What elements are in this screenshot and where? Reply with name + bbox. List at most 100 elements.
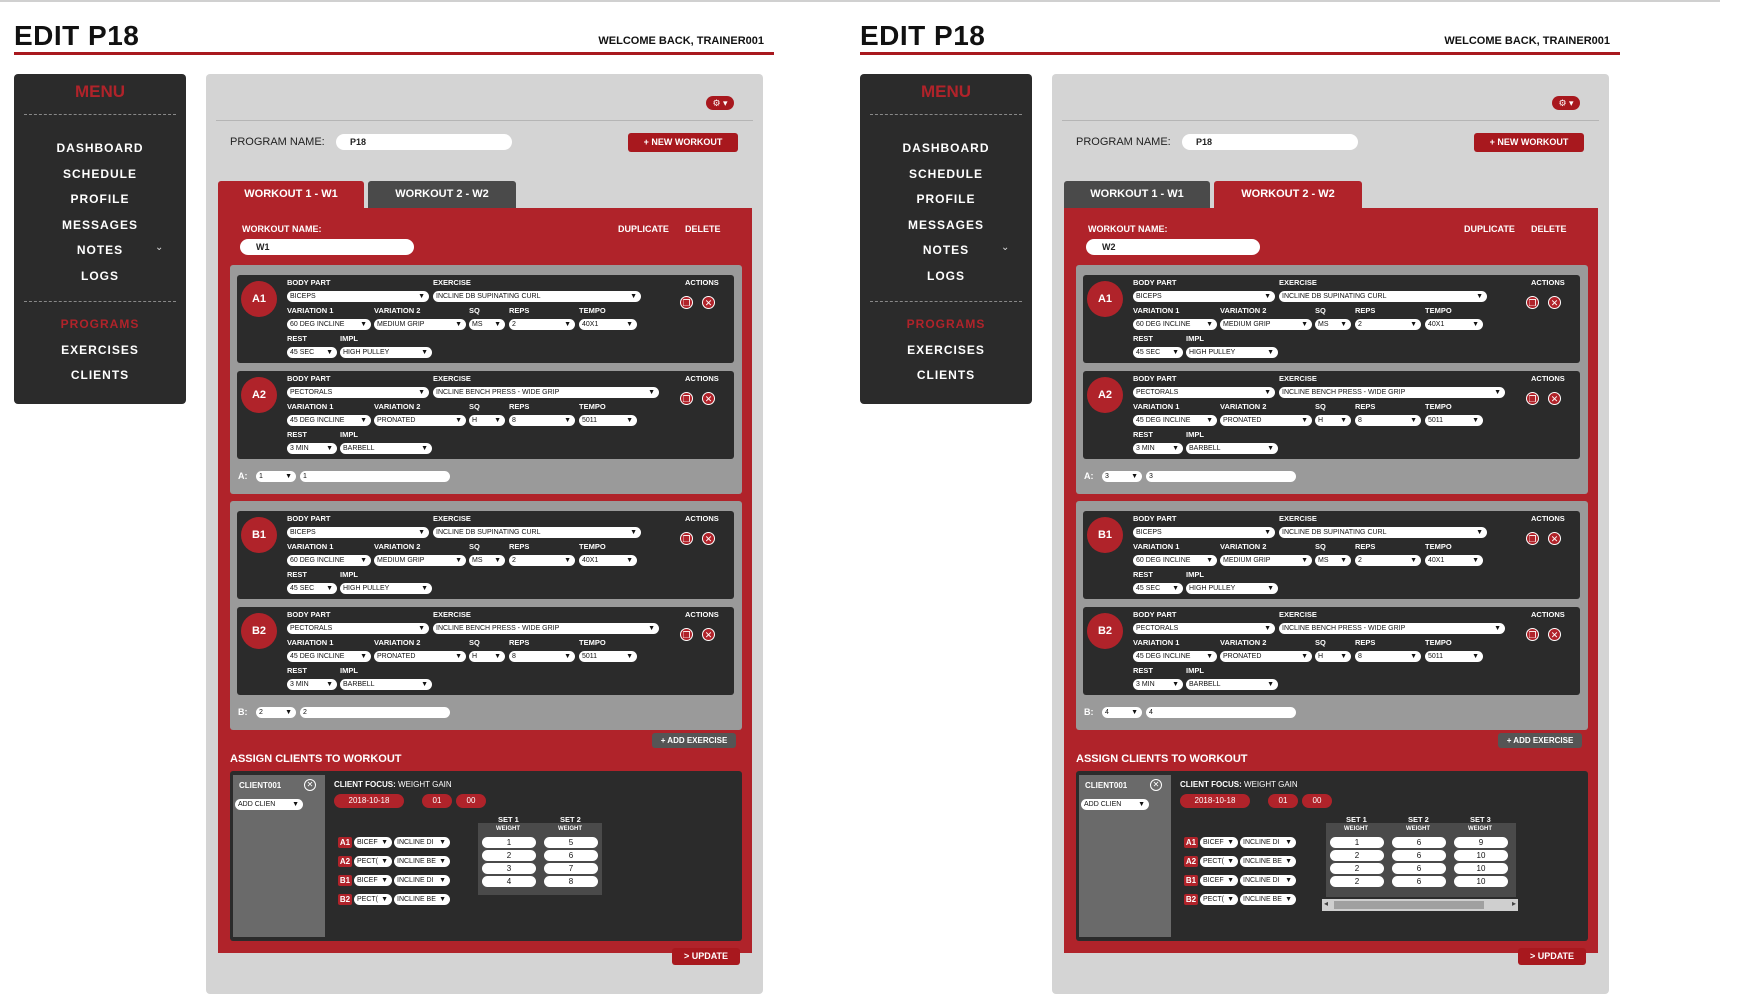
variation-1-select[interactable]: 60 DEG INCLINE ▼: [1133, 319, 1217, 330]
body-part-select[interactable]: BICEPS ▼: [1133, 527, 1275, 538]
close-icon[interactable]: ✕: [1548, 392, 1561, 405]
sq-select[interactable]: H ▼: [1315, 415, 1351, 426]
sq-select[interactable]: H ▼: [1315, 651, 1351, 662]
sq-select[interactable]: H ▼: [469, 415, 505, 426]
add-exercise-button[interactable]: + ADD EXERCISE: [652, 733, 736, 748]
reps-select[interactable]: 8 ▼: [1355, 651, 1421, 662]
date-input[interactable]: 2018-10-18: [334, 794, 404, 808]
new-workout-button[interactable]: + NEW WORKOUT: [1474, 133, 1584, 152]
rest-select[interactable]: 3 MIN ▼: [1133, 679, 1183, 690]
sidebar-item-logs[interactable]: LOGS: [860, 269, 1032, 283]
reps-select[interactable]: 8 ▼: [1355, 415, 1421, 426]
set-weight-input[interactable]: 6: [1392, 850, 1446, 861]
exercise-select[interactable]: INCLINE BENCH PRESS - WIDE GRIP ▼: [433, 387, 659, 398]
set-weight-input[interactable]: 2: [1330, 876, 1384, 887]
copy-icon[interactable]: ❐: [680, 296, 693, 309]
variation-1-select[interactable]: 45 DEG INCLINE ▼: [287, 415, 371, 426]
tempo-select[interactable]: 5011 ▼: [1425, 415, 1483, 426]
sidebar-item-logs[interactable]: LOGS: [14, 269, 186, 283]
hour-input[interactable]: 01: [1268, 794, 1298, 808]
set-weight-input[interactable]: 2: [1330, 863, 1384, 874]
group-input[interactable]: 3: [1146, 471, 1296, 482]
variation-1-select[interactable]: 45 DEG INCLINE ▼: [1133, 651, 1217, 662]
exercise-select[interactable]: INCLINE DB SUPINATING CURL ▼: [433, 527, 641, 538]
rest-select[interactable]: 45 SEC ▼: [1133, 583, 1183, 594]
workout-name-input[interactable]: W2: [1086, 239, 1260, 255]
exercise-select[interactable]: INCLINE BENCH PRESS - WIDE GRIP ▼: [1279, 623, 1505, 634]
copy-icon[interactable]: ❐: [680, 392, 693, 405]
rest-select[interactable]: 45 SEC ▼: [287, 347, 337, 358]
duplicate-link[interactable]: DUPLICATE: [618, 224, 669, 234]
variation-1-select[interactable]: 45 DEG INCLINE ▼: [287, 651, 371, 662]
copy-icon[interactable]: ❐: [1526, 392, 1539, 405]
scroll-left-icon[interactable]: ◂: [1324, 899, 1328, 908]
remove-client-icon[interactable]: ✕: [1150, 779, 1162, 791]
set-weight-input[interactable]: 10: [1454, 850, 1508, 861]
sidebar-item-messages[interactable]: MESSAGES: [14, 218, 186, 232]
add-client-select[interactable]: ADD CLIEN ▼: [235, 799, 303, 810]
group-sets-select[interactable]: 3 ▼: [1102, 471, 1142, 482]
copy-icon[interactable]: ❐: [680, 532, 693, 545]
group-input[interactable]: 2: [300, 707, 450, 718]
sidebar-item-dashboard[interactable]: DASHBOARD: [14, 141, 186, 155]
set-weight-input[interactable]: 2: [1330, 850, 1384, 861]
reps-select[interactable]: 2 ▼: [509, 555, 575, 566]
sidebar-item-schedule[interactable]: SCHEDULE: [860, 167, 1032, 181]
add-exercise-button[interactable]: + ADD EXERCISE: [1498, 733, 1582, 748]
sq-select[interactable]: MS ▼: [469, 555, 505, 566]
group-input[interactable]: 1: [300, 471, 450, 482]
row-body-select[interactable]: BICEF ▼: [354, 875, 392, 886]
body-part-select[interactable]: BICEPS ▼: [287, 291, 429, 302]
scroll-right-icon[interactable]: ▸: [1512, 899, 1516, 908]
set-weight-input[interactable]: 6: [1392, 876, 1446, 887]
copy-icon[interactable]: ❐: [1526, 296, 1539, 309]
variation-2-select[interactable]: PRONATED ▼: [374, 651, 466, 662]
update-button[interactable]: > UPDATE: [1518, 948, 1586, 965]
sq-select[interactable]: MS ▼: [1315, 319, 1351, 330]
variation-2-select[interactable]: MEDIUM GRIP ▼: [374, 319, 466, 330]
sidebar-item-exercises[interactable]: EXERCISES: [14, 343, 186, 357]
sidebar-item-profile[interactable]: PROFILE: [14, 192, 186, 206]
settings-gear-icon[interactable]: ⚙ ▾: [706, 96, 734, 110]
exercise-select[interactable]: INCLINE DB SUPINATING CURL ▼: [433, 291, 641, 302]
tempo-select[interactable]: 40X1 ▼: [1425, 555, 1483, 566]
sidebar-item-programs[interactable]: PROGRAMS: [860, 317, 1032, 331]
set-weight-input[interactable]: 10: [1454, 863, 1508, 874]
minute-input[interactable]: 00: [456, 794, 486, 808]
row-body-select[interactable]: PECT(▼: [1200, 856, 1238, 867]
sidebar-item-profile[interactable]: PROFILE: [860, 192, 1032, 206]
tempo-select[interactable]: 5011 ▼: [579, 415, 637, 426]
tempo-select[interactable]: 5011 ▼: [1425, 651, 1483, 662]
variation-2-select[interactable]: PRONATED ▼: [1220, 651, 1312, 662]
close-icon[interactable]: ✕: [1548, 296, 1561, 309]
close-icon[interactable]: ✕: [702, 532, 715, 545]
copy-icon[interactable]: ❐: [1526, 532, 1539, 545]
row-body-select[interactable]: PECT(▼: [354, 894, 392, 905]
reps-select[interactable]: 2 ▼: [1355, 319, 1421, 330]
tempo-select[interactable]: 40X1 ▼: [579, 555, 637, 566]
set-weight-input[interactable]: 1: [1330, 837, 1384, 848]
set-weight-input[interactable]: 6: [544, 850, 598, 861]
set-weight-input[interactable]: 3: [482, 863, 536, 874]
set-weight-input[interactable]: 6: [1392, 863, 1446, 874]
variation-2-select[interactable]: MEDIUM GRIP ▼: [1220, 555, 1312, 566]
variation-2-select[interactable]: MEDIUM GRIP ▼: [1220, 319, 1312, 330]
row-exercise-select[interactable]: INCLINE DI ▼: [394, 837, 450, 848]
variation-1-select[interactable]: 60 DEG INCLINE ▼: [287, 319, 371, 330]
exercise-select[interactable]: INCLINE DB SUPINATING CURL ▼: [1279, 291, 1487, 302]
tempo-select[interactable]: 40X1 ▼: [579, 319, 637, 330]
sidebar-item-schedule[interactable]: SCHEDULE: [14, 167, 186, 181]
body-part-select[interactable]: PECTORALS ▼: [287, 623, 429, 634]
horizontal-scrollbar[interactable]: ◂ ▸: [1322, 899, 1518, 911]
close-icon[interactable]: ✕: [702, 392, 715, 405]
scrollbar-thumb[interactable]: [1334, 901, 1484, 909]
delete-link[interactable]: DELETE: [1531, 224, 1567, 234]
add-client-select[interactable]: ADD CLIEN ▼: [1081, 799, 1149, 810]
group-sets-select[interactable]: 1 ▼: [256, 471, 296, 482]
sidebar-item-exercises[interactable]: EXERCISES: [860, 343, 1032, 357]
chevron-down-icon[interactable]: ⌄: [1001, 242, 1009, 253]
variation-1-select[interactable]: 45 DEG INCLINE ▼: [1133, 415, 1217, 426]
impl-select[interactable]: BARBELL ▼: [1186, 443, 1278, 454]
reps-select[interactable]: 2 ▼: [1355, 555, 1421, 566]
row-exercise-select[interactable]: INCLINE BE ▼: [394, 856, 450, 867]
